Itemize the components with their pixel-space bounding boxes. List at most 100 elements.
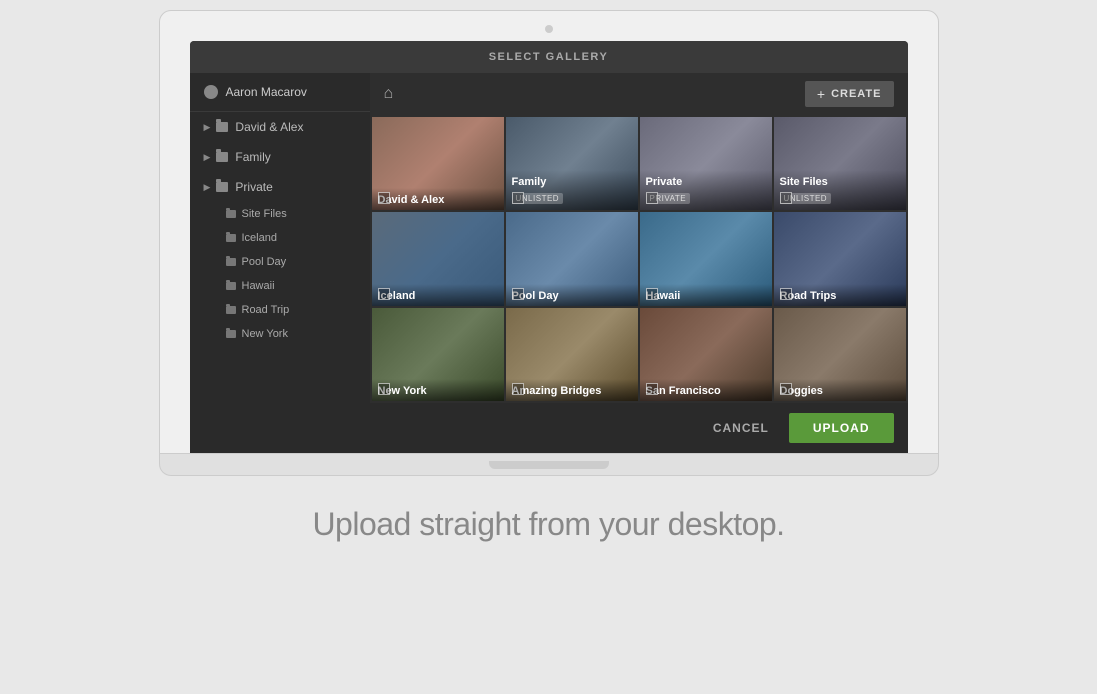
tile-checkbox[interactable] xyxy=(512,288,524,300)
sidebar-sub-label: Iceland xyxy=(242,232,277,244)
tile-checkbox[interactable] xyxy=(780,288,792,300)
sidebar-user: Aaron Macarov xyxy=(190,73,370,112)
sidebar-sub-iceland[interactable]: Iceland xyxy=(190,226,370,250)
laptop-screen-top: SELECT GALLERY Aaron Macarov ▶ David xyxy=(159,10,939,454)
sidebar-item-private[interactable]: ▶ Private xyxy=(190,172,370,202)
gallery-tile-private[interactable]: Private PRIVATE xyxy=(640,117,772,210)
cancel-label: CANCEL xyxy=(713,421,769,435)
mini-folder-icon xyxy=(226,282,236,290)
gallery-tile-new-york[interactable]: New York xyxy=(372,308,504,401)
tile-checkbox[interactable] xyxy=(646,383,658,395)
tile-checkbox[interactable] xyxy=(780,383,792,395)
tile-name: Hawaii xyxy=(646,290,766,302)
upload-label: UPLOAD xyxy=(813,421,870,435)
sidebar-sub-site-files[interactable]: Site Files xyxy=(190,202,370,226)
laptop-base xyxy=(159,454,939,476)
modal-title-bar: SELECT GALLERY xyxy=(190,41,908,73)
content-toolbar: ⌂ + CREATE xyxy=(370,73,908,115)
tile-overlay: Amazing Bridges xyxy=(506,379,638,401)
gallery-tile-san-francisco[interactable]: San Francisco xyxy=(640,308,772,401)
tile-name: Site Files xyxy=(780,176,900,188)
gallery-tile-road-trips[interactable]: Road Trips xyxy=(774,212,906,305)
tile-overlay: Hawaii xyxy=(640,284,772,306)
sidebar-item-label: Private xyxy=(235,180,272,194)
upload-button[interactable]: UPLOAD xyxy=(789,413,894,443)
tile-name: Road Trips xyxy=(780,290,900,302)
sidebar-sub-label: Road Trip xyxy=(242,304,290,316)
gallery-tile-david-alex[interactable]: David & Alex xyxy=(372,117,504,210)
sidebar-sub-road-trip[interactable]: Road Trip xyxy=(190,298,370,322)
tile-name: Family xyxy=(512,176,632,188)
mini-folder-icon xyxy=(226,330,236,338)
mini-folder-icon xyxy=(226,258,236,266)
action-bar: CANCEL UPLOAD xyxy=(370,403,908,453)
plus-icon: + xyxy=(817,86,826,102)
tile-checkbox[interactable] xyxy=(780,192,792,204)
tile-name: Amazing Bridges xyxy=(512,385,632,397)
laptop-notch xyxy=(489,461,609,469)
cancel-button[interactable]: CANCEL xyxy=(693,413,789,443)
home-icon[interactable]: ⌂ xyxy=(384,85,394,103)
mini-folder-icon xyxy=(226,306,236,314)
tile-checkbox[interactable] xyxy=(378,192,390,204)
sidebar-item-family[interactable]: ▶ Family xyxy=(190,142,370,172)
tile-overlay: Site Files UNLISTED xyxy=(774,170,906,210)
tile-name: Doggies xyxy=(780,385,900,397)
modal-container: SELECT GALLERY Aaron Macarov ▶ David xyxy=(190,41,908,453)
user-icon xyxy=(204,85,218,99)
tile-overlay: New York xyxy=(372,379,504,401)
sidebar-sub-label: Pool Day xyxy=(242,256,287,268)
sidebar-sub-new-york[interactable]: New York xyxy=(190,322,370,346)
gallery-tile-hawaii[interactable]: Hawaii xyxy=(640,212,772,305)
tile-overlay: Private PRIVATE xyxy=(640,170,772,210)
tile-name: Pool Day xyxy=(512,290,632,302)
tile-name: New York xyxy=(378,385,498,397)
gallery-tile-iceland[interactable]: Iceland xyxy=(372,212,504,305)
tile-checkbox[interactable] xyxy=(512,192,524,204)
tile-checkbox[interactable] xyxy=(646,192,658,204)
sidebar-sub-label: Hawaii xyxy=(242,280,275,292)
sidebar-sub-pool-day[interactable]: Pool Day xyxy=(190,250,370,274)
gallery-tile-doggies[interactable]: Doggies xyxy=(774,308,906,401)
tile-name: San Francisco xyxy=(646,385,766,397)
footer-tagline: Upload straight from your desktop. xyxy=(312,506,784,543)
create-button[interactable]: + CREATE xyxy=(805,81,894,107)
sidebar-item-label: Family xyxy=(235,150,270,164)
chevron-right-icon: ▶ xyxy=(204,122,211,133)
tile-checkbox[interactable] xyxy=(378,288,390,300)
laptop-mockup: SELECT GALLERY Aaron Macarov ▶ David xyxy=(159,10,939,476)
chevron-right-icon: ▶ xyxy=(204,182,211,193)
tile-overlay: David & Alex xyxy=(372,188,504,210)
tile-checkbox[interactable] xyxy=(378,383,390,395)
tile-overlay: Family UNLISTED xyxy=(506,170,638,210)
tile-overlay: Iceland xyxy=(372,284,504,306)
mini-folder-icon xyxy=(226,234,236,242)
tile-overlay: Pool Day xyxy=(506,284,638,306)
sidebar-sub-label: New York xyxy=(242,328,288,340)
modal-body: Aaron Macarov ▶ David & Alex ▶ Family xyxy=(190,73,908,453)
sidebar-sub-hawaii[interactable]: Hawaii xyxy=(190,274,370,298)
gallery-tile-amazing-bridges[interactable]: Amazing Bridges xyxy=(506,308,638,401)
sidebar-item-david-alex[interactable]: ▶ David & Alex xyxy=(190,112,370,142)
folder-icon xyxy=(216,122,228,132)
folder-icon xyxy=(216,152,228,162)
tile-name: Private xyxy=(646,176,766,188)
modal-title: SELECT GALLERY xyxy=(489,51,609,63)
tile-checkbox[interactable] xyxy=(646,288,658,300)
sidebar: Aaron Macarov ▶ David & Alex ▶ Family xyxy=(190,73,370,453)
sidebar-username: Aaron Macarov xyxy=(226,85,307,99)
sidebar-item-label: David & Alex xyxy=(235,120,303,134)
tile-overlay: San Francisco xyxy=(640,379,772,401)
tile-overlay: Doggies xyxy=(774,379,906,401)
chevron-right-icon: ▶ xyxy=(204,152,211,163)
tile-name: Iceland xyxy=(378,290,498,302)
gallery-tile-site-files[interactable]: Site Files UNLISTED xyxy=(774,117,906,210)
tile-checkbox[interactable] xyxy=(512,383,524,395)
gallery-tile-family[interactable]: Family UNLISTED xyxy=(506,117,638,210)
laptop-camera xyxy=(545,25,553,33)
laptop-screen-bezel: SELECT GALLERY Aaron Macarov ▶ David xyxy=(190,41,908,453)
gallery-grid: David & Alex Family UNLISTED xyxy=(370,115,908,403)
create-label: CREATE xyxy=(831,88,881,100)
tile-overlay: Road Trips xyxy=(774,284,906,306)
gallery-tile-pool-day[interactable]: Pool Day xyxy=(506,212,638,305)
